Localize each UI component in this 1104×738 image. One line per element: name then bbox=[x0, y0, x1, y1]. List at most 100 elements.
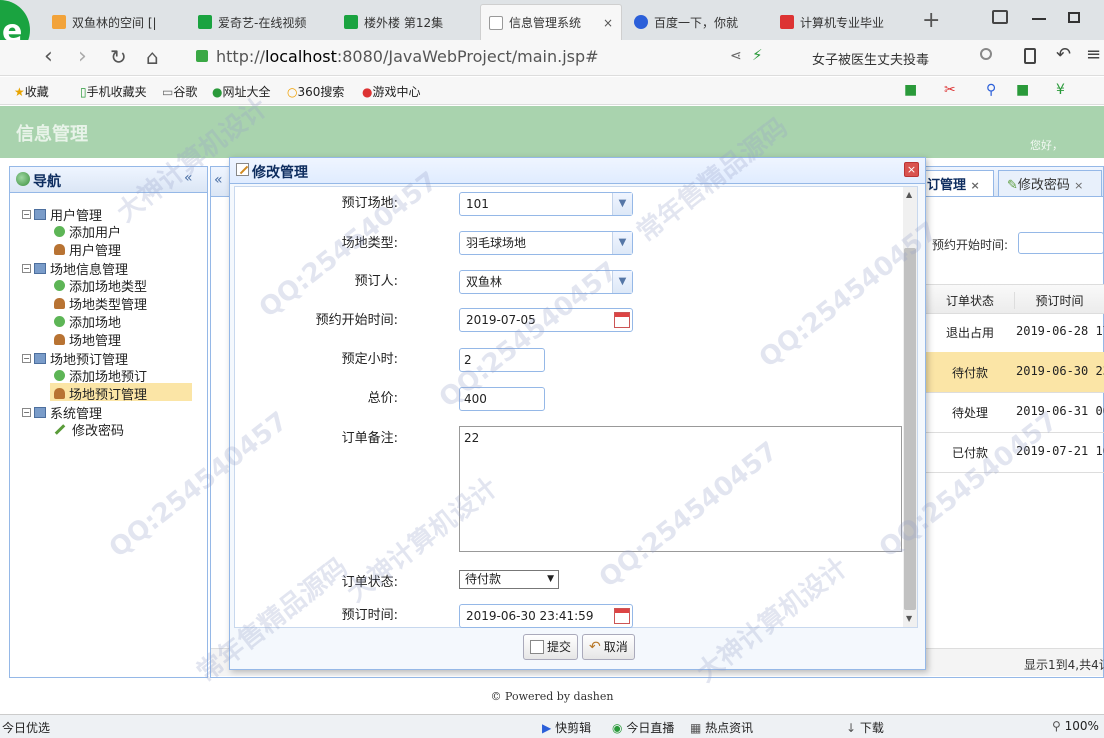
grid-cell-time[interactable]: 2019-06-30 23 bbox=[1016, 364, 1104, 378]
collapse-icon[interactable]: − bbox=[22, 408, 31, 417]
yen-icon[interactable]: ¥ bbox=[1056, 82, 1065, 98]
bookmark-mobile[interactable]: ▯手机收藏夹 bbox=[80, 83, 147, 100]
status-select[interactable]: 待付款 ▼ bbox=[459, 570, 559, 589]
browser-tab-6[interactable]: 计算机专业毕业 bbox=[772, 4, 912, 40]
grid-cell-time[interactable]: 2019-06-28 17 bbox=[1016, 324, 1104, 338]
chevron-down-icon[interactable]: ▼ bbox=[612, 193, 632, 215]
add-icon bbox=[54, 316, 65, 327]
venue-select[interactable]: 101 ▼ bbox=[459, 192, 633, 216]
tree-user-list[interactable]: 用户管理 bbox=[54, 240, 121, 259]
tab-close-icon[interactable]: × bbox=[971, 179, 980, 192]
tab-change-password[interactable]: ✎修改密码 × bbox=[998, 170, 1102, 196]
grid-header-status[interactable]: 订单状态 bbox=[926, 292, 1014, 309]
tab-scroll-left-icon[interactable]: « bbox=[214, 172, 223, 188]
maximize-icon[interactable] bbox=[1068, 12, 1080, 23]
news-icon: ▦ bbox=[690, 721, 702, 735]
grid-cell-status[interactable]: 退出占用 bbox=[926, 324, 1014, 341]
bookmark-favorites[interactable]: ★收藏 bbox=[14, 83, 49, 100]
grid-cell-time[interactable]: 2019-06-31 00 bbox=[1016, 404, 1104, 418]
collapse-icon[interactable]: − bbox=[22, 264, 31, 273]
tab-booking-mgmt[interactable]: 订管理 × bbox=[918, 170, 994, 196]
shirt-icon[interactable] bbox=[992, 10, 1008, 24]
dialog-scrollbar-thumb[interactable] bbox=[904, 248, 916, 610]
status-item-clip[interactable]: ▶ 快剪辑 bbox=[542, 719, 591, 736]
share-icon[interactable]: ⋖ bbox=[730, 48, 742, 64]
chevron-down-icon[interactable]: ▼ bbox=[612, 232, 632, 254]
search-hint[interactable]: 女子被医生丈夫投毒 bbox=[812, 49, 929, 68]
magnifier-icon[interactable]: ⚲ bbox=[986, 82, 996, 98]
status-item-download[interactable]: ↓ 下载 bbox=[846, 719, 884, 736]
close-tab-icon[interactable]: × bbox=[603, 16, 613, 30]
back-icon[interactable]: ‹ bbox=[44, 44, 53, 69]
lightning-icon[interactable]: ⚡ bbox=[752, 46, 763, 64]
bookmark-sites[interactable]: ●网址大全 bbox=[212, 83, 271, 100]
search-icon[interactable] bbox=[980, 48, 992, 60]
hours-input[interactable]: 2 bbox=[459, 348, 545, 372]
browser-tab-3[interactable]: 楼外楼 第12集 bbox=[336, 4, 476, 40]
search-start-input[interactable] bbox=[1018, 232, 1104, 254]
type-select[interactable]: 羽毛球场地 ▼ bbox=[459, 231, 633, 255]
tree-venue-type-mgmt[interactable]: 场地类型管理 bbox=[54, 294, 147, 313]
nav-collapse-button[interactable]: « bbox=[184, 170, 193, 186]
browser-tab-active[interactable]: 信息管理系统 × bbox=[480, 4, 622, 40]
venue-label: 预订场地: bbox=[341, 196, 398, 211]
scroll-down-icon[interactable]: ▼ bbox=[906, 614, 912, 623]
tree-venue-mgmt[interactable]: 场地管理 bbox=[54, 330, 121, 349]
menu-icon[interactable]: ≡ bbox=[1086, 44, 1101, 65]
phone-icon[interactable] bbox=[1024, 48, 1036, 64]
chevron-down-icon[interactable]: ▼ bbox=[612, 271, 632, 293]
tree-add-user[interactable]: 添加用户 bbox=[54, 222, 121, 241]
start-time-input[interactable]: 2019-07-05 bbox=[459, 308, 633, 332]
ring-icon: ○ bbox=[287, 85, 298, 99]
note-textarea[interactable]: 22 bbox=[459, 426, 902, 552]
minimize-icon[interactable] bbox=[1032, 18, 1046, 20]
browser-tab-5[interactable]: 百度一下，你就 bbox=[626, 4, 766, 40]
scroll-up-icon[interactable]: ▲ bbox=[906, 190, 912, 199]
price-input[interactable]: 400 bbox=[459, 387, 545, 411]
edit-icon bbox=[236, 163, 249, 176]
submit-button[interactable]: 提交 bbox=[523, 634, 579, 660]
booker-select[interactable]: 双鱼林 ▼ bbox=[459, 270, 633, 294]
cancel-button[interactable]: ↶ 取消 bbox=[582, 634, 635, 660]
status-item-news[interactable]: ▦ 热点资讯 bbox=[690, 719, 753, 736]
app-header bbox=[0, 106, 1104, 158]
new-tab-button[interactable]: + bbox=[922, 8, 940, 33]
tree-change-password[interactable]: 修改密码 bbox=[54, 420, 124, 439]
tree-add-venue[interactable]: 添加场地 bbox=[54, 312, 121, 331]
bookmark-360[interactable]: ○360搜索 bbox=[287, 83, 344, 100]
add-icon bbox=[54, 280, 65, 291]
grid-header-time[interactable]: 预订时间 bbox=[1014, 292, 1104, 309]
scissors-icon[interactable]: ✂ bbox=[944, 82, 956, 98]
undo-icon[interactable]: ↶ bbox=[1056, 44, 1071, 65]
browser-tab-1[interactable]: 双鱼林的空间 [| bbox=[44, 4, 184, 40]
grid-cell-status[interactable]: 待处理 bbox=[926, 404, 1014, 421]
status-left[interactable]: 今日优选 bbox=[2, 719, 50, 736]
home-icon[interactable]: ⌂ bbox=[146, 45, 159, 69]
url-input[interactable]: http://localhost:8080/JavaWebProject/mai… bbox=[216, 44, 716, 70]
bookmark-games[interactable]: ●游戏中心 bbox=[362, 83, 421, 100]
page-icon bbox=[489, 15, 503, 30]
collapse-icon[interactable]: − bbox=[22, 354, 31, 363]
tree-booking-list[interactable]: 场地预订管理 bbox=[54, 384, 147, 403]
dropdown-arrow-icon[interactable]: ▼ bbox=[547, 571, 554, 588]
grid-cell-time[interactable]: 2019-07-21 16 bbox=[1016, 444, 1104, 458]
browser-tab-2[interactable]: 爱奇艺-在线视频 bbox=[190, 4, 330, 40]
booktime-input[interactable]: 2019-06-30 23:41:59 bbox=[459, 604, 633, 628]
forward-icon[interactable]: › bbox=[78, 44, 87, 69]
gamepad-icon[interactable]: ■ bbox=[1016, 82, 1029, 98]
tree-add-venue-type[interactable]: 添加场地类型 bbox=[54, 276, 147, 295]
bookmark-google[interactable]: ▭谷歌 bbox=[162, 83, 197, 100]
tab-close-icon[interactable]: × bbox=[1074, 179, 1083, 192]
calendar-icon[interactable] bbox=[614, 312, 630, 328]
status-item-live[interactable]: ◉ 今日直播 bbox=[612, 719, 674, 736]
grid-cell-status[interactable]: 待付款 bbox=[926, 364, 1014, 381]
refresh-icon[interactable]: ↻ bbox=[110, 45, 127, 69]
star-icon bbox=[52, 15, 66, 29]
collapse-icon[interactable]: − bbox=[22, 210, 31, 219]
grid-cell-status[interactable]: 已付款 bbox=[926, 444, 1014, 461]
zoom-level[interactable]: ⚲ 100% bbox=[1052, 719, 1099, 733]
calendar-icon[interactable] bbox=[614, 608, 630, 624]
dialog-close-button[interactable]: × bbox=[904, 162, 919, 177]
edit-icon bbox=[530, 640, 544, 654]
translate-icon[interactable]: ■ bbox=[904, 82, 917, 98]
